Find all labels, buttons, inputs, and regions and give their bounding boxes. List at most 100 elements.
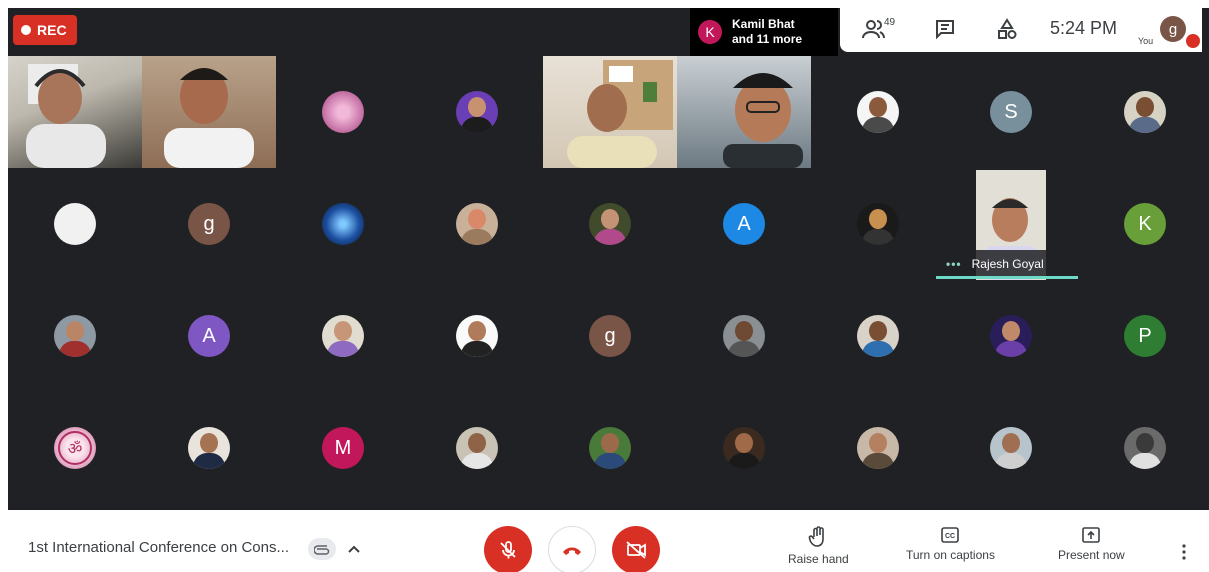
hang-up-icon bbox=[563, 547, 581, 555]
active-speaker-chip[interactable]: K Kamil Bhat and 11 more bbox=[690, 8, 838, 56]
participant-tile[interactable]: M bbox=[276, 392, 410, 504]
om-symbol-icon: ॐ bbox=[58, 431, 92, 465]
participant-tile[interactable]: S bbox=[944, 56, 1078, 168]
participant-tile[interactable] bbox=[811, 392, 945, 504]
present-now-button[interactable]: Present now bbox=[1058, 526, 1125, 562]
participant-tile[interactable] bbox=[543, 168, 677, 280]
self-avatar[interactable]: g bbox=[1160, 16, 1186, 42]
more-options-button[interactable] bbox=[1174, 540, 1194, 564]
top-right-tray: 49 5:24 PM You g bbox=[840, 8, 1202, 52]
participant-avatar-a: A bbox=[188, 315, 230, 357]
participant-avatar bbox=[990, 427, 1032, 469]
participant-avatar-g: g bbox=[589, 315, 631, 357]
participant-tile[interactable]: ॐ bbox=[8, 392, 142, 504]
participant-tile[interactable] bbox=[677, 280, 811, 392]
participant-avatar bbox=[322, 315, 364, 357]
svg-text:CC: CC bbox=[945, 533, 955, 540]
participant-avatar bbox=[857, 203, 899, 245]
participant-tile[interactable]: A bbox=[677, 168, 811, 280]
participant-avatar-s: S bbox=[990, 91, 1032, 133]
participant-name: Rajesh Goyal bbox=[971, 257, 1044, 271]
present-now-label: Present now bbox=[1058, 548, 1125, 562]
participant-tile[interactable] bbox=[8, 280, 142, 392]
participant-avatar-p: P bbox=[1124, 315, 1166, 357]
participant-tile[interactable] bbox=[410, 392, 544, 504]
participant-avatar bbox=[589, 203, 631, 245]
people-icon[interactable] bbox=[862, 18, 886, 45]
participant-avatar bbox=[723, 427, 765, 469]
chevron-up-icon bbox=[348, 545, 360, 553]
participant-tile[interactable]: P bbox=[1078, 280, 1209, 392]
recording-badge: REC bbox=[13, 15, 77, 45]
participant-video-tile[interactable] bbox=[543, 56, 677, 168]
participant-tile[interactable]: g bbox=[142, 168, 276, 280]
turn-on-camera-button[interactable] bbox=[612, 526, 660, 572]
participant-video-tile[interactable] bbox=[677, 56, 811, 168]
participant-tile[interactable] bbox=[811, 56, 945, 168]
participant-avatar bbox=[1124, 91, 1166, 133]
participant-tile[interactable] bbox=[811, 280, 945, 392]
paperclip-icon bbox=[314, 545, 330, 555]
participant-avatar bbox=[456, 427, 498, 469]
participant-avatar bbox=[322, 91, 364, 133]
speaker-others: and 11 more bbox=[732, 32, 803, 46]
participant-tile[interactable] bbox=[142, 392, 276, 504]
captions-label: Turn on captions bbox=[906, 548, 995, 562]
participant-tile[interactable]: A bbox=[142, 280, 276, 392]
participant-tile[interactable] bbox=[410, 280, 544, 392]
meeting-details-button[interactable] bbox=[308, 538, 336, 560]
mic-off-icon bbox=[500, 541, 516, 559]
participant-tile[interactable] bbox=[944, 392, 1078, 504]
speaker-name: Kamil Bhat bbox=[732, 17, 795, 31]
participant-tile[interactable] bbox=[276, 280, 410, 392]
raise-hand-label: Raise hand bbox=[788, 552, 849, 566]
camera-off-icon bbox=[626, 541, 646, 559]
meeting-title[interactable]: 1st International Conference on Cons... bbox=[28, 539, 289, 556]
participant-avatar bbox=[456, 315, 498, 357]
activities-icon[interactable] bbox=[996, 18, 1018, 45]
participant-avatar-g: g bbox=[188, 203, 230, 245]
participant-tile[interactable] bbox=[1078, 392, 1209, 504]
participant-avatar bbox=[723, 315, 765, 357]
kebab-menu-icon bbox=[1182, 544, 1186, 560]
participant-name-bar: ••• Rajesh Goyal bbox=[936, 250, 1078, 278]
participant-avatar bbox=[990, 315, 1032, 357]
raise-hand-button[interactable]: Raise hand bbox=[788, 526, 849, 566]
participant-video-tile[interactable] bbox=[8, 56, 142, 168]
participant-tile[interactable] bbox=[944, 280, 1078, 392]
participant-tile[interactable] bbox=[410, 56, 544, 168]
speaking-indicator-icon: ••• bbox=[946, 257, 962, 271]
participant-avatar bbox=[857, 91, 899, 133]
participant-avatar bbox=[857, 315, 899, 357]
participant-video-feed bbox=[164, 68, 254, 168]
participant-video-tile[interactable] bbox=[142, 56, 276, 168]
participant-tile[interactable] bbox=[677, 392, 811, 504]
recording-label: REC bbox=[37, 22, 67, 38]
chat-icon[interactable] bbox=[934, 18, 956, 45]
unmute-mic-button[interactable] bbox=[484, 526, 532, 572]
self-muted-icon bbox=[1186, 34, 1200, 48]
participant-tile[interactable] bbox=[276, 168, 410, 280]
participant-count: 49 bbox=[884, 17, 896, 28]
svg-text:ॐ: ॐ bbox=[68, 439, 83, 458]
participant-tile[interactable]: g bbox=[543, 280, 677, 392]
participant-tile[interactable] bbox=[1078, 56, 1209, 168]
participant-avatar-a: A bbox=[723, 203, 765, 245]
participant-tile[interactable] bbox=[8, 168, 142, 280]
participant-tile[interactable] bbox=[410, 168, 544, 280]
participant-tile[interactable] bbox=[811, 168, 945, 280]
participant-video-feed bbox=[723, 73, 803, 168]
participant-avatar bbox=[1124, 427, 1166, 469]
participant-avatar bbox=[456, 203, 498, 245]
participant-tile[interactable] bbox=[543, 392, 677, 504]
expand-details-button[interactable] bbox=[344, 538, 364, 560]
participant-avatar bbox=[322, 203, 364, 245]
participant-tile[interactable]: K bbox=[1078, 168, 1209, 280]
participant-video-feed bbox=[26, 64, 106, 168]
captions-icon: CC bbox=[941, 527, 960, 543]
captions-button[interactable]: CC Turn on captions bbox=[906, 526, 995, 562]
participant-avatar bbox=[188, 427, 230, 469]
participant-tile[interactable] bbox=[276, 56, 410, 168]
leave-call-button[interactable] bbox=[548, 526, 596, 572]
participant-avatar bbox=[54, 203, 96, 245]
